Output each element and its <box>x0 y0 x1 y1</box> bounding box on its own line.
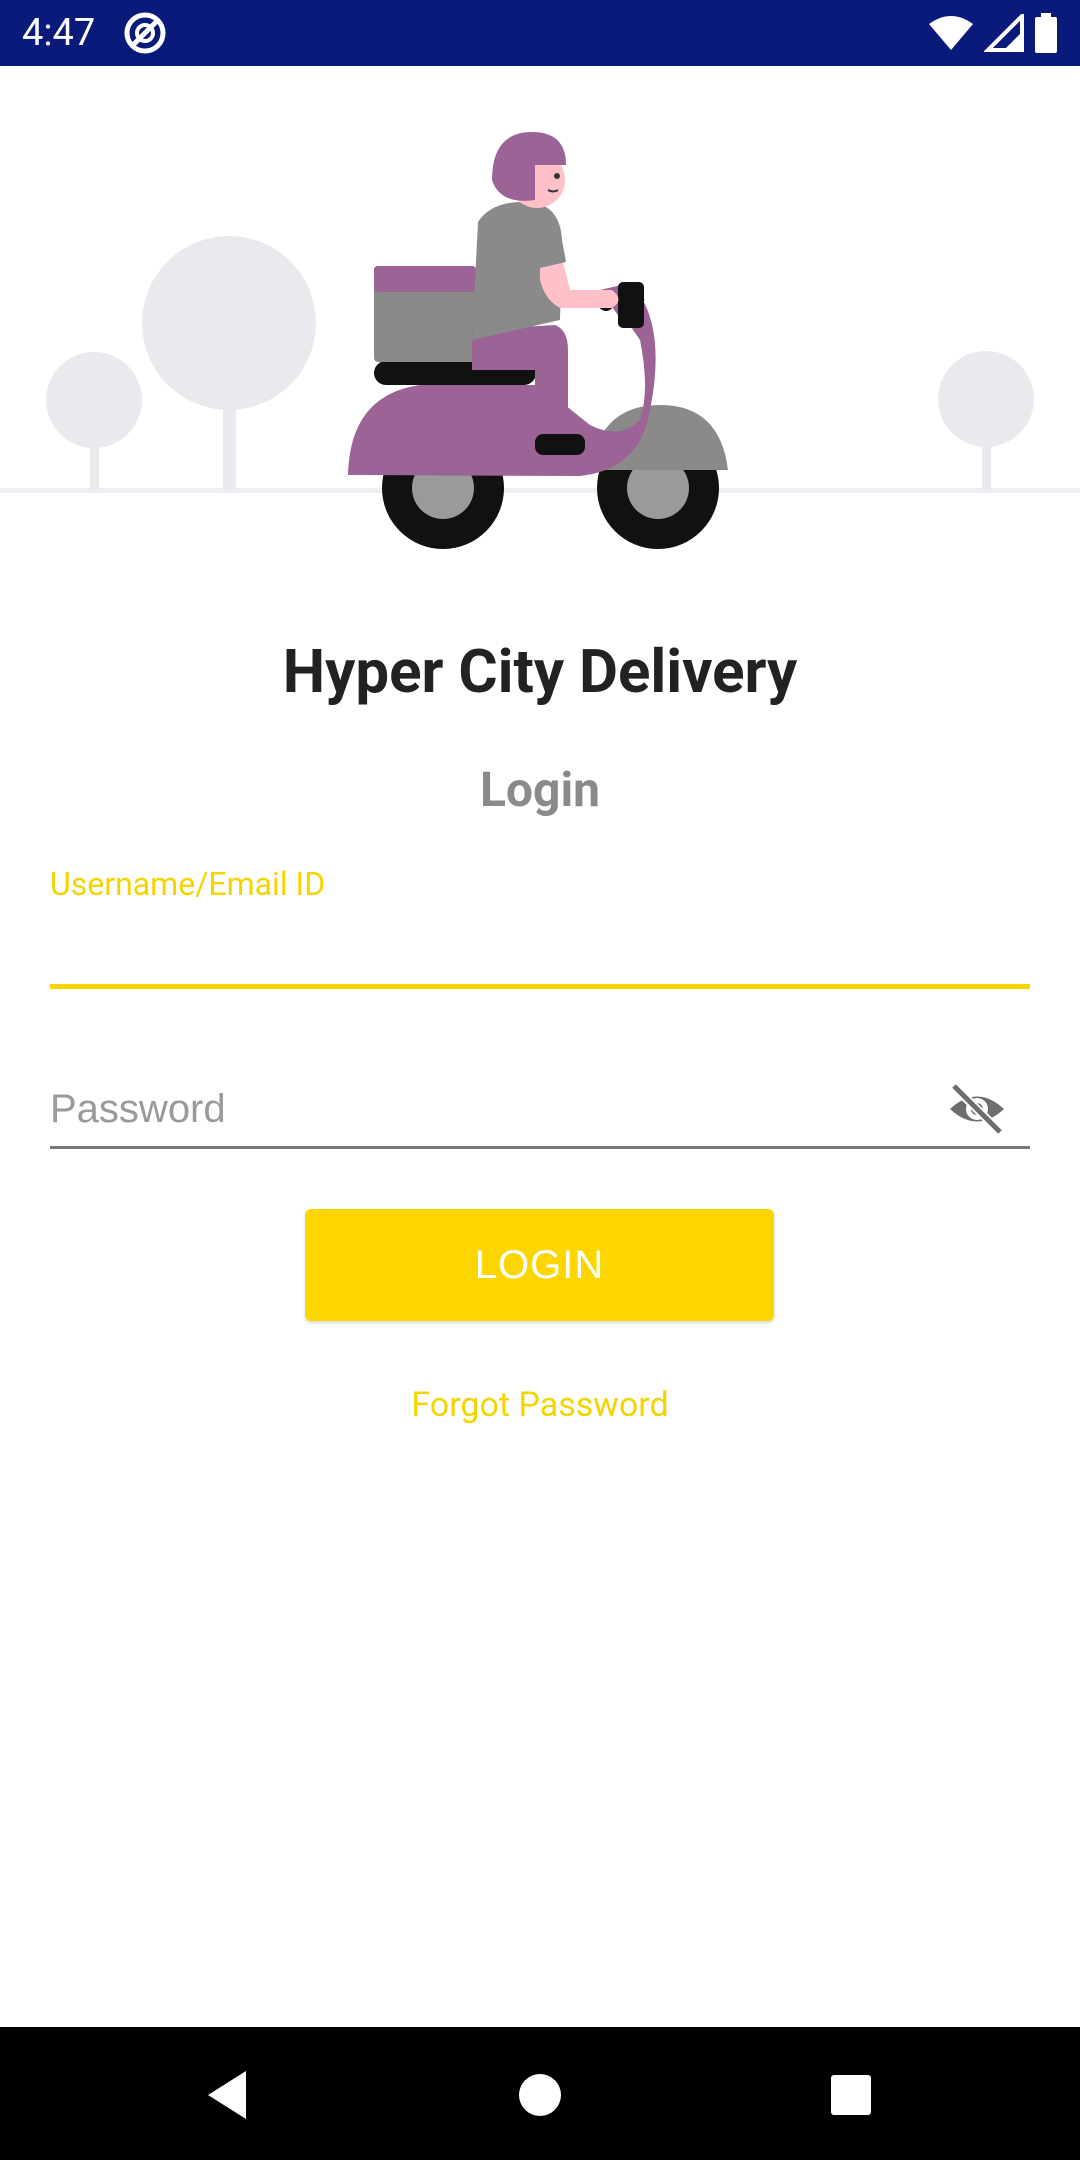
back-icon[interactable] <box>202 2067 258 2123</box>
app-title: Hyper City Delivery <box>282 636 798 707</box>
delivery-scooter-illustration <box>0 132 1080 549</box>
login-heading: Login <box>479 761 601 818</box>
username-label: Username/Email ID <box>50 865 326 903</box>
tree-large-left <box>142 236 316 490</box>
wifi-icon <box>929 16 973 50</box>
username-field[interactable]: Username/Email ID <box>50 860 1030 990</box>
tree-small-left <box>46 352 142 490</box>
status-time: 4:47 <box>22 11 96 55</box>
status-bar: 4:47 <box>0 0 1080 66</box>
password-input[interactable] <box>50 1074 930 1144</box>
username-input[interactable] <box>50 920 1030 980</box>
password-underline <box>50 1146 1030 1149</box>
forgot-password-link[interactable]: Forgot Password <box>0 1380 1080 1430</box>
username-underline <box>50 984 1030 989</box>
tree-right <box>938 351 1034 490</box>
password-field[interactable] <box>50 1060 1030 1150</box>
recents-icon[interactable] <box>823 2067 879 2123</box>
home-icon[interactable] <box>512 2067 568 2123</box>
app-notification-icon <box>124 12 166 54</box>
signal-icon <box>984 14 1024 52</box>
login-button[interactable]: LOGIN <box>305 1209 774 1321</box>
visibility-off-icon[interactable] <box>946 1078 1008 1140</box>
navigation-bar <box>0 2027 1080 2160</box>
status-icons <box>928 12 1058 54</box>
battery-icon <box>1035 13 1057 53</box>
